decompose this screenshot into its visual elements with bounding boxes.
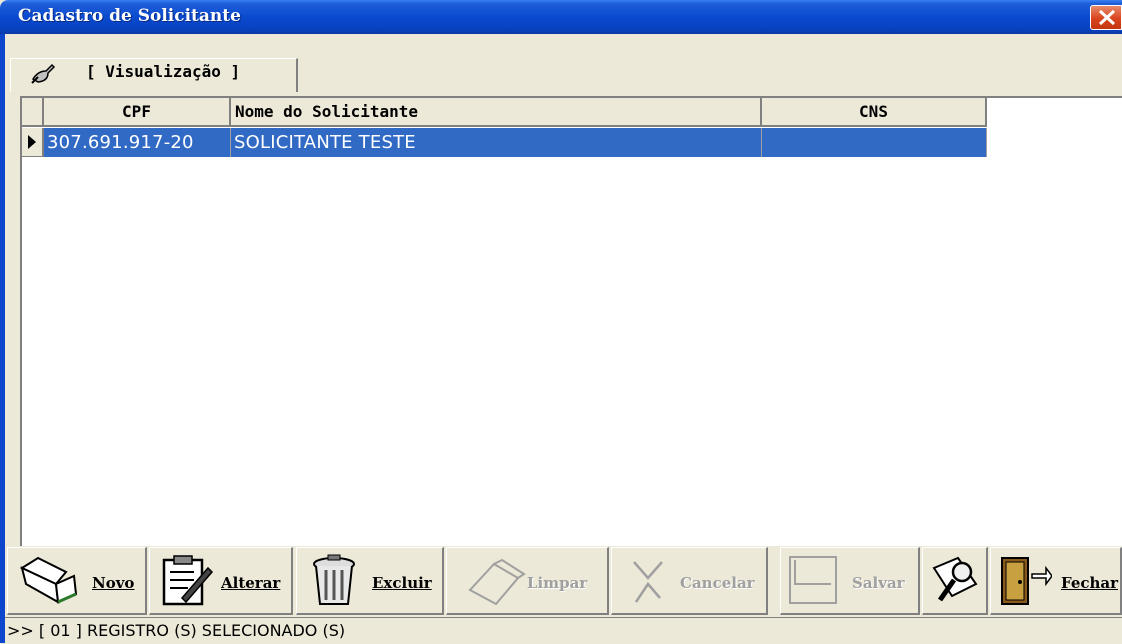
column-header-cns[interactable]: CNS — [762, 98, 987, 127]
title-bar: Cadastro de Solicitante — [0, 0, 1122, 34]
novo-label: Novo — [92, 574, 135, 592]
cell-nome[interactable]: SOLICITANTE TESTE — [231, 128, 762, 157]
fechar-label: Fechar — [1061, 574, 1119, 592]
edit-clipboard-icon — [162, 555, 214, 606]
window-title: Cadastro de Solicitante — [18, 6, 241, 26]
row-indicator-header — [22, 98, 44, 127]
excluir-label: Excluir — [372, 574, 432, 592]
column-header-nome[interactable]: Nome do Solicitante — [231, 98, 762, 127]
eraser-icon — [468, 558, 526, 606]
search-magnifier-icon — [932, 556, 978, 602]
current-row-arrow-icon — [28, 135, 36, 149]
cancel-x-icon — [633, 561, 663, 603]
cell-cpf[interactable]: 307.691.917-20 — [44, 128, 231, 157]
alterar-label: Alterar — [221, 574, 281, 592]
trash-can-icon — [313, 554, 355, 605]
data-grid[interactable] — [20, 96, 1122, 546]
limpar-label: Limpar — [527, 574, 588, 592]
status-bar: >> [ 01 ] REGISTRO (S) SELECIONADO (S) — [5, 617, 1122, 643]
save-disk-icon — [789, 556, 837, 604]
brush-icon — [31, 63, 56, 84]
cancelar-label: Cancelar — [680, 574, 755, 592]
exit-door-icon — [1001, 557, 1052, 605]
close-icon — [1098, 9, 1116, 26]
open-folder-icon — [19, 556, 78, 604]
tab-label: [ Visualização ] — [86, 62, 241, 81]
close-button[interactable] — [1090, 5, 1122, 30]
row-indicator[interactable] — [22, 128, 44, 157]
cell-cns[interactable] — [762, 128, 987, 157]
salvar-label: Salvar — [852, 574, 905, 592]
column-header-cpf[interactable]: CPF — [44, 98, 231, 127]
